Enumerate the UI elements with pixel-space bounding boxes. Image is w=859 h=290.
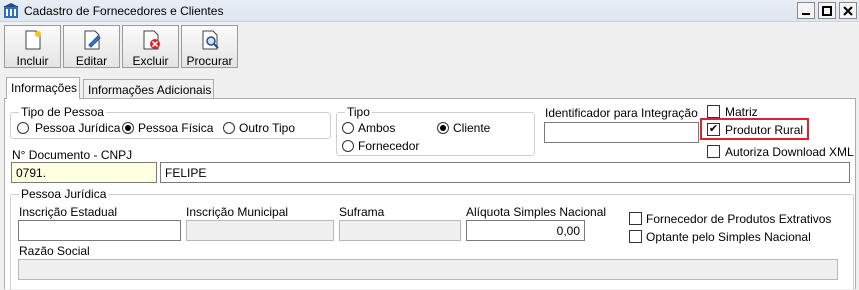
checkmark-icon: ✔ <box>708 123 719 135</box>
maximize-icon <box>822 5 832 16</box>
inscricao-municipal-label: Inscrição Municipal <box>186 205 289 219</box>
autoriza-download-checkbox[interactable] <box>707 145 720 158</box>
minimize-icon <box>802 12 810 15</box>
produtor-rural-checkbox[interactable]: ✔ <box>707 123 720 136</box>
nome-input[interactable]: FELIPE <box>160 162 850 183</box>
fornecedor-label: Fornecedor <box>358 139 420 153</box>
excluir-label: Excluir <box>132 54 169 68</box>
optante-simples-checkbox[interactable] <box>629 230 642 243</box>
pessoa-juridica-label: Pessoa Jurídica <box>35 121 121 135</box>
razao-social-input[interactable] <box>18 259 838 280</box>
incluir-button[interactable]: Incluir <box>4 25 61 68</box>
radio-cliente[interactable] <box>437 122 449 134</box>
tipo-pessoa-title: Tipo de Pessoa <box>19 105 106 119</box>
identificador-input[interactable] <box>544 122 699 143</box>
cliente-label: Cliente <box>453 121 491 135</box>
minimize-button[interactable] <box>797 2 815 19</box>
new-document-icon <box>25 30 41 50</box>
app-building-icon <box>3 3 19 18</box>
radio-pessoa-juridica[interactable] <box>17 122 29 134</box>
toolbar: Incluir Editar Excluir Procurar <box>0 22 859 72</box>
pessoa-fisica-label: Pessoa Física <box>138 121 214 135</box>
close-icon <box>843 5 853 16</box>
optante-simples-label: Optante pelo Simples Nacional <box>646 230 811 244</box>
procurar-button[interactable]: Procurar <box>181 25 238 68</box>
ambos-label: Ambos <box>358 121 396 135</box>
autoriza-download-label: Autoriza Download XML <box>725 145 854 159</box>
inscricao-estadual-label: Inscrição Estadual <box>19 205 118 219</box>
pessoa-juridica-title: Pessoa Jurídica <box>19 187 109 201</box>
suframa-label: Suframa <box>339 205 385 219</box>
search-document-icon <box>202 30 219 50</box>
maximize-button[interactable] <box>818 2 836 19</box>
excluir-button[interactable]: Excluir <box>122 25 179 68</box>
inscricao-municipal-input[interactable] <box>186 220 334 241</box>
matriz-checkbox[interactable] <box>707 105 720 118</box>
editar-label: Editar <box>75 54 108 68</box>
fornecedor-extrativos-checkbox[interactable] <box>629 212 642 225</box>
tab-informacoes-adicionais[interactable]: Informações Adicionais <box>83 79 214 99</box>
radio-pessoa-fisica[interactable] <box>122 122 134 134</box>
radio-fornecedor[interactable] <box>342 140 354 152</box>
inscricao-estadual-input[interactable] <box>18 220 181 241</box>
edit-document-icon <box>84 30 101 50</box>
tipo-title: Tipo <box>345 105 372 119</box>
documento-label: N° Documento - CNPJ <box>12 148 133 162</box>
outro-tipo-label: Outro Tipo <box>239 121 296 135</box>
informacoes-panel: Tipo de Pessoa Pessoa Jurídica Pessoa Fí… <box>4 98 856 290</box>
tab-informacoes-label: Informações <box>11 81 78 95</box>
editar-button[interactable]: Editar <box>63 25 120 68</box>
matriz-label: Matriz <box>725 105 758 119</box>
radio-outro-tipo[interactable] <box>223 122 235 134</box>
aliquota-input[interactable]: 0,00 <box>466 220 585 241</box>
delete-document-icon <box>143 30 160 50</box>
identificador-label: Identificador para Integração <box>545 106 698 120</box>
tab-informacoes-adicionais-label: Informações Adicionais <box>88 83 212 97</box>
tab-informacoes[interactable]: Informações <box>6 77 80 99</box>
aliquota-label: Alíquota Simples Nacional <box>466 205 607 219</box>
radio-ambos[interactable] <box>342 122 354 134</box>
procurar-label: Procurar <box>186 54 233 68</box>
title-bar: Cadastro de Fornecedores e Clientes <box>0 0 859 22</box>
incluir-label: Incluir <box>16 54 49 68</box>
suframa-input[interactable] <box>339 220 461 241</box>
fornecedor-extrativos-label: Fornecedor de Produtos Extrativos <box>646 212 832 226</box>
window-title: Cadastro de Fornecedores e Clientes <box>24 4 224 18</box>
razao-social-label: Razão Social <box>19 244 90 258</box>
produtor-rural-label: Produtor Rural <box>725 123 804 137</box>
documento-input[interactable]: 0791. <box>11 162 157 183</box>
close-button[interactable] <box>839 2 857 19</box>
